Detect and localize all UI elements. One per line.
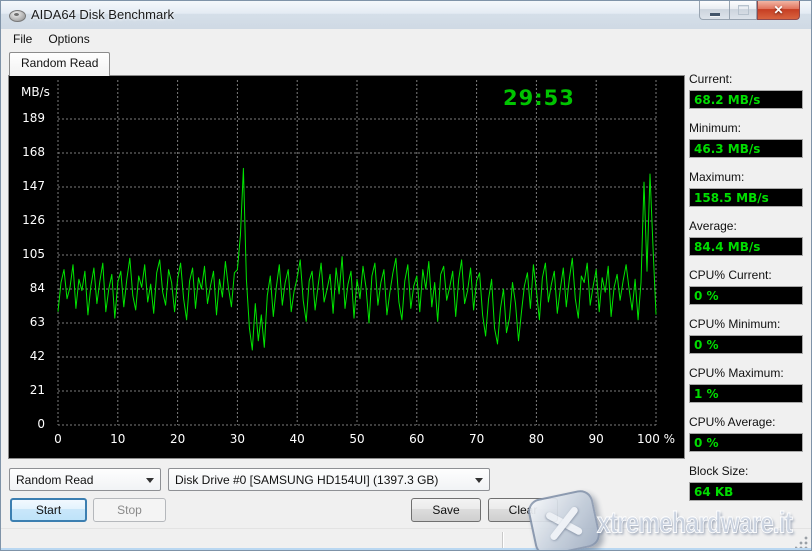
stat-label: CPU% Minimum: xyxy=(689,317,803,331)
stat-value-box: 0 % xyxy=(689,286,803,305)
save-button[interactable]: Save xyxy=(411,498,481,522)
stat-label: CPU% Maximum: xyxy=(689,366,803,380)
stat-value-box: 68.2 MB/s xyxy=(689,90,803,109)
y-tick-label: 42 xyxy=(9,349,45,363)
window-controls: ✕ xyxy=(699,1,800,20)
stat-label: Block Size: xyxy=(689,464,803,478)
stat-item: Minimum: 46.3 MB/s xyxy=(689,121,803,158)
stat-item: Current: 68.2 MB/s xyxy=(689,72,803,109)
stat-value-box: 84.4 MB/s xyxy=(689,237,803,256)
stat-item: Maximum: 158.5 MB/s xyxy=(689,170,803,207)
y-tick-label: 63 xyxy=(9,315,45,329)
maximize-button[interactable] xyxy=(729,1,757,20)
stat-value-box: 46.3 MB/s xyxy=(689,139,803,158)
stat-value-box: 158.5 MB/s xyxy=(689,188,803,207)
x-tick-label: 0 xyxy=(34,432,82,446)
x-tick-label: 20 xyxy=(154,432,202,446)
x-logo-icon xyxy=(540,499,587,546)
stat-label: Maximum: xyxy=(689,170,803,184)
stat-value-box: 0 % xyxy=(689,335,803,354)
stop-button[interactable]: Stop xyxy=(93,498,166,522)
dropdown-arrow-icon xyxy=(475,478,483,483)
status-bar-separator xyxy=(502,532,503,549)
y-axis-unit-label: MB/s xyxy=(21,85,50,99)
app-window: AIDA64 Disk Benchmark ✕ File Options Ran… xyxy=(0,0,812,551)
dropdown-arrow-icon xyxy=(146,478,154,483)
stat-label: CPU% Current: xyxy=(689,268,803,282)
close-icon: ✕ xyxy=(773,4,783,16)
x-tick-label: 60 xyxy=(393,432,441,446)
minimize-icon xyxy=(710,13,720,16)
drive-value: Disk Drive #0 [SAMSUNG HD154UI] (1397.3 … xyxy=(175,473,438,487)
stat-label: CPU% Average: xyxy=(689,415,803,429)
benchmark-mode-value: Random Read xyxy=(16,473,93,487)
x-tick-label: 40 xyxy=(273,432,321,446)
y-tick-label: 21 xyxy=(9,383,45,397)
y-tick-label: 0 xyxy=(9,417,45,431)
chart-canvas xyxy=(9,76,684,458)
x-tick-label: 70 xyxy=(453,432,501,446)
y-tick-label: 84 xyxy=(9,281,45,295)
close-button[interactable]: ✕ xyxy=(757,1,800,20)
stat-label: Minimum: xyxy=(689,121,803,135)
tab-page: MB/s 29:53 189 168 147 126 105 84 63 42 21 00 10 20… xyxy=(8,75,685,459)
stat-value-box: 0 % xyxy=(689,433,803,452)
stat-value-box: 64 KB xyxy=(689,482,803,501)
x-tick-label: 50 xyxy=(333,432,381,446)
elapsed-time: 29:53 xyxy=(503,86,603,110)
x-tick-label: 30 xyxy=(213,432,261,446)
stat-label: Current: xyxy=(689,72,803,86)
minimize-button[interactable] xyxy=(699,1,729,20)
resize-grip-icon[interactable] xyxy=(795,535,809,549)
title-bar: AIDA64 Disk Benchmark ✕ xyxy=(1,1,811,30)
stat-item: CPU% Maximum: 1 % xyxy=(689,366,803,403)
stat-value-box: 1 % xyxy=(689,384,803,403)
window-title: AIDA64 Disk Benchmark xyxy=(31,7,174,22)
x-tick-label: 10 xyxy=(94,432,142,446)
x-tick-label: 100 % xyxy=(632,432,680,446)
benchmark-chart: MB/s 29:53 189 168 147 126 105 84 63 42 21 00 10 20… xyxy=(9,76,684,458)
benchmark-mode-select[interactable]: Random Read xyxy=(9,468,161,491)
app-disk-icon xyxy=(9,10,26,22)
y-tick-label: 105 xyxy=(9,247,45,261)
stat-item: Average: 84.4 MB/s xyxy=(689,219,803,256)
stats-panel: Current: 68.2 MB/s Minimum: 46.3 MB/s Maximu… xyxy=(689,72,803,513)
stat-item: CPU% Average: 0 % xyxy=(689,415,803,452)
menu-bar: File Options xyxy=(1,29,811,48)
menu-item-file[interactable]: File xyxy=(5,31,40,47)
tab-random-read[interactable]: Random Read xyxy=(9,52,110,76)
stat-item: CPU% Current: 0 % xyxy=(689,268,803,305)
stat-item: CPU% Minimum: 0 % xyxy=(689,317,803,354)
menu-item-options[interactable]: Options xyxy=(40,31,97,47)
start-button[interactable]: Start xyxy=(10,498,87,522)
drive-select[interactable]: Disk Drive #0 [SAMSUNG HD154UI] (1397.3 … xyxy=(168,468,490,491)
x-tick-label: 80 xyxy=(512,432,560,446)
maximize-icon xyxy=(738,5,749,15)
watermark-text: xtremehardware.it xyxy=(597,506,792,540)
window-bottom-edge xyxy=(1,548,811,550)
stat-label: Average: xyxy=(689,219,803,233)
y-tick-label: 189 xyxy=(9,111,45,125)
stat-item: Block Size: 64 KB xyxy=(689,464,803,501)
y-tick-label: 168 xyxy=(9,145,45,159)
x-tick-label: 90 xyxy=(572,432,620,446)
y-tick-label: 126 xyxy=(9,213,45,227)
y-tick-label: 147 xyxy=(9,179,45,193)
